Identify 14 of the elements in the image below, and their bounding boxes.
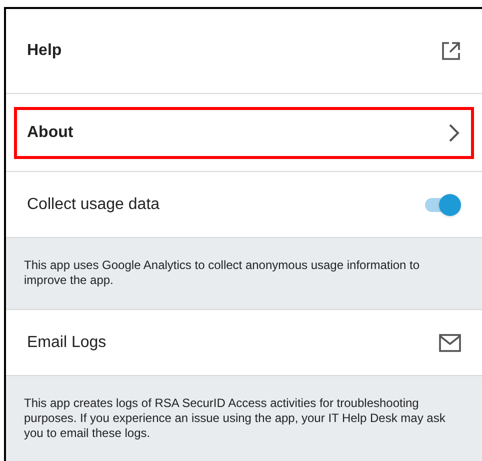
mail-icon — [439, 334, 461, 352]
chevron-right-icon — [447, 122, 461, 142]
description-text: This app creates logs of RSA SecurID Access activities for troubleshooting purposes. If you experience an issue using the app, your IT Help Desk may ask you to email these logs. — [24, 396, 446, 441]
description-text: This app uses Google Analytics to collect anonymous usage information to improve the app. — [24, 258, 421, 288]
external-link-icon — [441, 41, 461, 61]
settings-row[interactable]: Email Logs — [14, 316, 474, 368]
row-label: Email Logs — [27, 332, 106, 352]
toggle-switch[interactable] — [423, 192, 461, 216]
settings-row[interactable]: Collect usage data — [14, 178, 474, 230]
settings-row[interactable]: Help — [14, 25, 474, 77]
row-label: Help — [27, 41, 62, 61]
row-label: Collect usage data — [27, 194, 160, 214]
settings-row[interactable]: About — [14, 106, 474, 158]
row-label: About — [27, 122, 74, 142]
